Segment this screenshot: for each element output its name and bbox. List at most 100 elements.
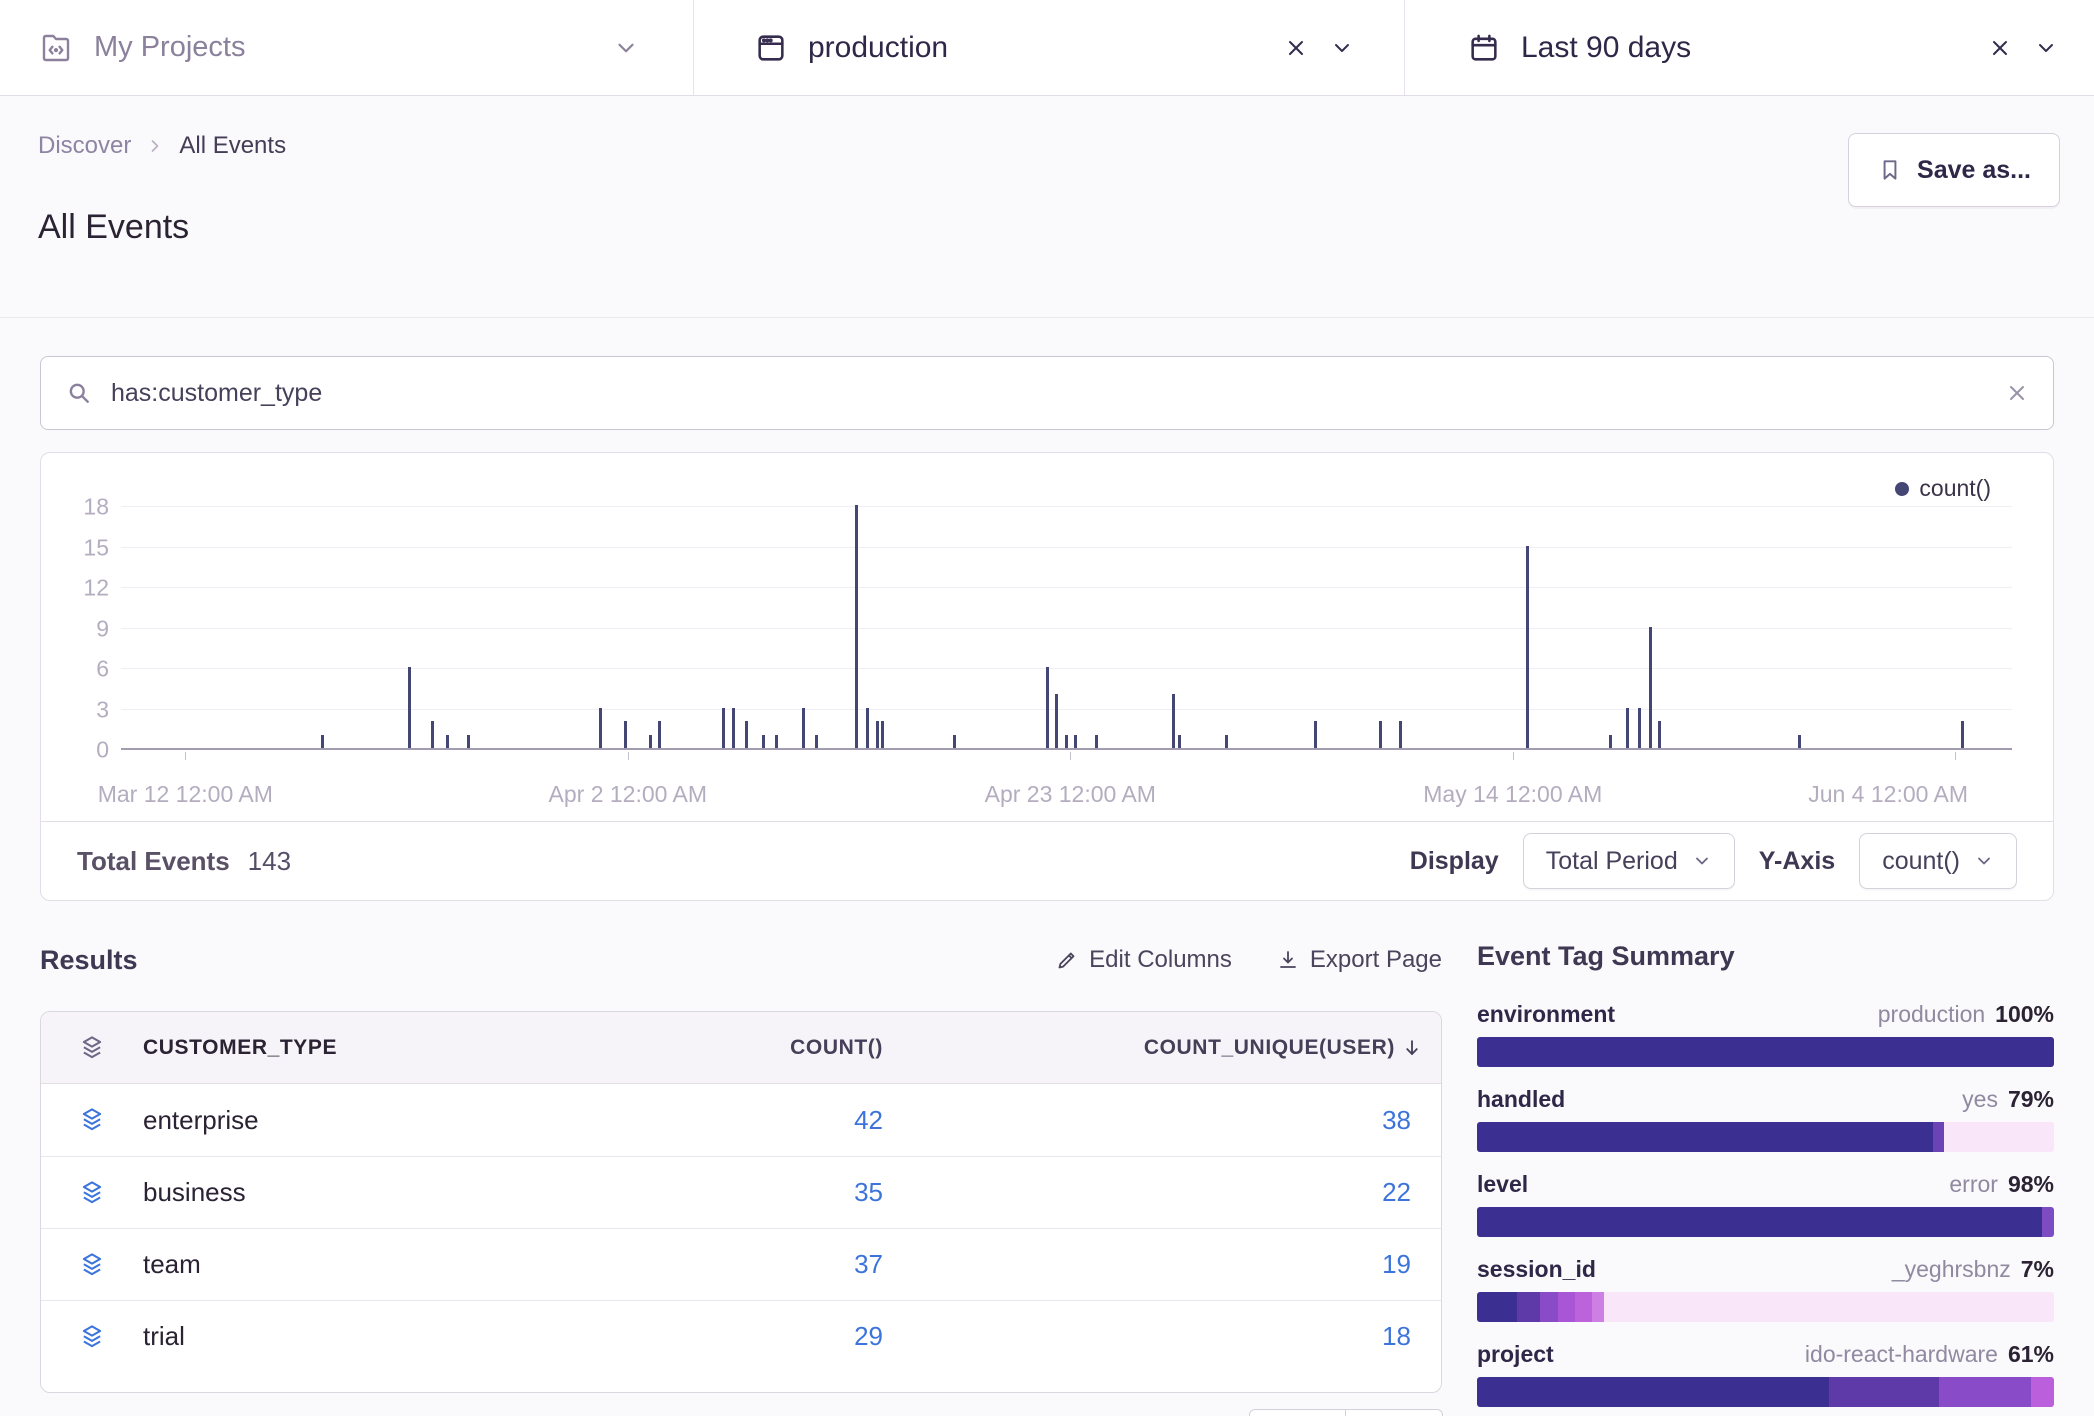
chart-legend[interactable]: count()	[1895, 475, 1991, 502]
tag-row-session-id: session_id _yeghrsbnz 7%	[1477, 1256, 2054, 1322]
chart-plot	[121, 507, 2012, 750]
table-header-row: CUSTOMER_TYPE COUNT() COUNT_UNIQUE(USER)	[41, 1012, 1441, 1084]
pencil-icon	[1055, 948, 1079, 972]
bookmark-icon	[1877, 157, 1903, 183]
projects-icon	[38, 30, 74, 66]
stack-icon[interactable]	[77, 1178, 107, 1208]
breadcrumb-current: All Events	[179, 132, 286, 160]
cell-count-link[interactable]: 42	[643, 1105, 883, 1136]
tag-row-project: project ido-react-hardware 61%	[1477, 1341, 2054, 1407]
tag-distribution-bar[interactable]	[1477, 1037, 2054, 1067]
total-events-label: Total Events	[77, 846, 230, 877]
window-icon	[754, 31, 788, 65]
tag-percent: 98%	[2008, 1171, 2054, 1198]
display-label: Display	[1410, 847, 1499, 876]
search-bar	[40, 356, 2054, 430]
chevron-down-icon	[1692, 851, 1712, 871]
page-title: All Events	[38, 208, 2054, 247]
cell-count-unique-link[interactable]: 18	[883, 1321, 1441, 1352]
cell-customer-type: business	[143, 1177, 643, 1208]
environment-clear-icon[interactable]	[1284, 36, 1308, 60]
save-as-button[interactable]: Save as...	[1848, 133, 2060, 207]
breadcrumb-discover-link[interactable]: Discover	[38, 132, 131, 160]
date-chevron-down-icon[interactable]	[2034, 36, 2058, 60]
save-as-label: Save as...	[1917, 156, 2031, 185]
column-header-customer-type[interactable]: CUSTOMER_TYPE	[143, 1036, 643, 1060]
cell-count-unique-link[interactable]: 22	[883, 1177, 1441, 1208]
search-clear-icon[interactable]	[2005, 381, 2029, 405]
tag-distribution-bar[interactable]	[1477, 1122, 2054, 1152]
results-heading: Results	[40, 945, 138, 976]
download-icon	[1276, 948, 1300, 972]
tag-percent: 7%	[2021, 1256, 2054, 1283]
tag-top-value: _yeghrsbnz	[1892, 1256, 2011, 1283]
chart-footer: Total Events 143 Display Total Period Y-…	[41, 821, 2053, 900]
tag-summary-heading: Event Tag Summary	[1477, 941, 2054, 979]
chart-ylabels: 0369121518	[41, 507, 109, 750]
tag-name[interactable]: project	[1477, 1341, 1554, 1368]
events-chart[interactable]: count() 0369121518 Mar 12 12:00 AMApr 2 …	[41, 453, 2053, 821]
project-selector[interactable]: My Projects	[0, 0, 694, 95]
date-range-selector[interactable]: Last 90 days	[1405, 0, 2094, 95]
table-row: team 37 19	[41, 1228, 1441, 1300]
pagination-prev-button[interactable]	[1249, 1409, 1346, 1416]
yaxis-dropdown[interactable]: count()	[1859, 833, 2017, 889]
cell-count-link[interactable]: 37	[643, 1249, 883, 1280]
tag-percent: 79%	[2008, 1086, 2054, 1113]
cell-count-unique-link[interactable]: 38	[883, 1105, 1441, 1136]
tag-top-value: error	[1949, 1171, 1998, 1198]
total-events-value: 143	[248, 846, 291, 877]
column-header-count-unique-label: COUNT_UNIQUE(USER)	[1144, 1036, 1395, 1060]
environment-chevron-down-icon[interactable]	[1330, 36, 1354, 60]
edit-columns-label: Edit Columns	[1089, 946, 1232, 974]
column-header-count-unique[interactable]: COUNT_UNIQUE(USER)	[883, 1036, 1441, 1060]
table-row: business 35 22	[41, 1156, 1441, 1228]
stack-icon[interactable]	[77, 1322, 107, 1352]
page-header: Discover All Events All Events Save as..…	[0, 96, 2094, 318]
tag-name[interactable]: session_id	[1477, 1256, 1596, 1283]
stack-icon[interactable]	[77, 1250, 107, 1280]
tag-row-handled: handled yes 79%	[1477, 1086, 2054, 1152]
tag-distribution-bar[interactable]	[1477, 1207, 2054, 1237]
edit-columns-button[interactable]: Edit Columns	[1055, 946, 1232, 974]
cell-customer-type: team	[143, 1249, 643, 1280]
date-range-label: Last 90 days	[1521, 31, 1691, 65]
tag-row-level: level error 98%	[1477, 1171, 2054, 1237]
chevron-right-icon	[145, 136, 165, 156]
cell-customer-type: trial	[143, 1321, 643, 1352]
tag-distribution-bar[interactable]	[1477, 1377, 2054, 1407]
tag-distribution-bar[interactable]	[1477, 1292, 2054, 1322]
export-page-label: Export Page	[1310, 946, 1442, 974]
top-filter-bar: My Projects production	[0, 0, 2094, 96]
events-chart-panel: count() 0369121518 Mar 12 12:00 AMApr 2 …	[40, 452, 2054, 901]
cell-count-link[interactable]: 29	[643, 1321, 883, 1352]
project-selector-label: My Projects	[94, 31, 245, 64]
display-dropdown[interactable]: Total Period	[1523, 833, 1735, 889]
tag-top-value: yes	[1962, 1086, 1998, 1113]
tag-name[interactable]: handled	[1477, 1086, 1565, 1113]
column-header-count[interactable]: COUNT()	[643, 1036, 883, 1060]
stack-icon[interactable]	[77, 1033, 107, 1063]
date-clear-icon[interactable]	[1988, 36, 2012, 60]
yaxis-label: Y-Axis	[1759, 847, 1835, 876]
environment-selector[interactable]: production	[694, 0, 1405, 95]
search-input[interactable]	[111, 379, 2005, 408]
tag-row-environment: environment production 100%	[1477, 1001, 2054, 1067]
tag-name[interactable]: level	[1477, 1171, 1528, 1198]
legend-dot	[1895, 482, 1909, 496]
display-dropdown-value: Total Period	[1546, 847, 1678, 876]
tag-name[interactable]: environment	[1477, 1001, 1615, 1028]
chevron-down-icon	[1974, 851, 1994, 871]
pagination-next-button[interactable]	[1346, 1409, 1443, 1416]
breadcrumb: Discover All Events	[38, 132, 2054, 160]
table-row: trial 29 18	[41, 1300, 1441, 1372]
calendar-icon	[1467, 31, 1501, 65]
results-table: CUSTOMER_TYPE COUNT() COUNT_UNIQUE(USER)…	[40, 1011, 1442, 1393]
cell-count-link[interactable]: 35	[643, 1177, 883, 1208]
export-page-button[interactable]: Export Page	[1276, 946, 1442, 974]
stack-icon[interactable]	[77, 1105, 107, 1135]
project-chevron-down-icon[interactable]	[613, 35, 639, 61]
cell-count-unique-link[interactable]: 19	[883, 1249, 1441, 1280]
legend-label: count()	[1919, 475, 1991, 502]
tag-percent: 100%	[1995, 1001, 2054, 1028]
